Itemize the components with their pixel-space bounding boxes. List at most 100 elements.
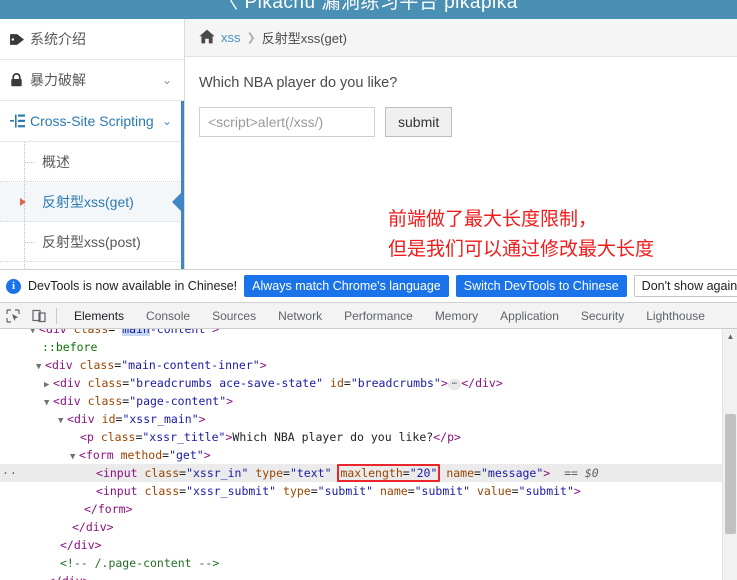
chevron-down-icon: ⌄	[161, 73, 172, 87]
collapsed-children-icon[interactable]: ⋯	[447, 379, 462, 390]
dom-pseudo: ::before	[42, 340, 98, 354]
tab-sources[interactable]: Sources	[201, 303, 267, 329]
sidebar-subitem-label: 反射型xss(get)	[42, 193, 134, 210]
dom-node-comment[interactable]: <!-- /.page-content -->	[0, 554, 737, 572]
tab-elements[interactable]: Elements	[63, 303, 135, 329]
dom-attr: class	[100, 430, 136, 444]
dom-node-close-div-1[interactable]: </div>	[0, 518, 737, 536]
maxlength-attribute-highlight[interactable]: maxlength="20"	[337, 464, 441, 482]
tab-lighthouse[interactable]: Lighthouse	[635, 303, 716, 329]
site-banner: 〈 Pikachu 漏洞练习平台 pikapika	[0, 0, 737, 19]
switch-devtools-language-button[interactable]: Switch DevTools to Chinese	[455, 275, 627, 297]
sidebar-subitem-stored-xss[interactable]: 存储型xss	[0, 262, 184, 269]
dom-node-form[interactable]: <form method="get">	[0, 446, 737, 464]
info-icon: i	[6, 278, 21, 294]
sidebar-item-cross-site-scripting[interactable]: Cross-Site Scripting ⌄	[0, 101, 184, 142]
sidebar-item-label: 暴力破解	[30, 72, 86, 88]
tab-performance[interactable]: Performance	[333, 303, 424, 329]
dom-node-close-form[interactable]: </form>	[0, 500, 737, 518]
dom-attr: type	[283, 484, 311, 498]
notice-message: DevTools is now available in Chinese!	[28, 279, 238, 293]
submit-button[interactable]: submit	[385, 107, 453, 137]
dom-value: "get"	[169, 448, 204, 462]
dom-attr: class	[87, 394, 123, 408]
message-input[interactable]	[199, 107, 375, 137]
tab-memory[interactable]: Memory	[424, 303, 489, 329]
breadcrumb-separator-icon: ❯	[246, 32, 256, 44]
sidebar-item-brute-force[interactable]: 暴力破解 ⌄	[0, 60, 184, 101]
dom-value: "xssr_title"	[142, 430, 226, 444]
chevron-down-icon: ⌄	[161, 114, 172, 128]
dom-tag: div	[59, 394, 81, 408]
dom-value: "xssr_main"	[122, 412, 199, 426]
dom-tag: p	[86, 430, 94, 444]
dom-tag: div	[59, 376, 81, 390]
dom-value: "xssr_in"	[186, 466, 249, 480]
dom-tag: form	[85, 448, 114, 462]
dom-node-input-message[interactable]: ·· <input class="xssr_in" type="text" max…	[0, 464, 737, 482]
dom-value-highlight: main	[122, 329, 150, 336]
dom-value: "message"	[480, 466, 544, 480]
dom-node-main-content[interactable]: <div class="main-content">	[0, 329, 737, 338]
sidebar-subitem-overview[interactable]: 概述	[0, 142, 184, 182]
dom-tree-scrollbar[interactable]: ▲	[722, 329, 737, 580]
dom-tree[interactable]: <div class="main-content"> ::before <div…	[0, 329, 737, 580]
dom-value: "breadcrumbs ace-save-state"	[129, 376, 324, 390]
dom-node-page-content[interactable]: <div class="page-content">	[0, 392, 737, 410]
dom-value: "main-content-inner"	[121, 358, 260, 372]
dom-tag: input	[102, 484, 138, 498]
dom-value: "text"	[289, 466, 332, 480]
dom-value-maxlength: "20"	[409, 466, 438, 480]
toolbar-divider	[56, 307, 57, 324]
dom-node-xssr-title[interactable]: <p class="xssr_title">Which NBA player d…	[0, 428, 737, 446]
sitemap-icon	[10, 114, 30, 128]
scroll-up-arrow-icon[interactable]: ▲	[723, 329, 737, 344]
dom-attr: name	[379, 484, 408, 498]
dom-value: "xssr_submit"	[186, 484, 277, 498]
dom-value-rest: -content"	[149, 329, 213, 336]
xss-form: submit	[199, 107, 737, 137]
dom-node-input-submit[interactable]: <input class="xssr_submit" type="submit"…	[0, 482, 737, 500]
dom-text: Which NBA player do you like?	[232, 430, 434, 444]
tab-console[interactable]: Console	[135, 303, 201, 329]
dom-value: "breadcrumbs"	[350, 376, 441, 390]
tab-security[interactable]: Security	[570, 303, 635, 329]
sidebar-active-rail	[181, 101, 184, 269]
sidebar-item-label: Cross-Site Scripting	[30, 113, 154, 129]
dom-node-main-content-inner[interactable]: <div class="main-content-inner">	[0, 356, 737, 374]
dom-tag: div	[51, 358, 73, 372]
tab-application[interactable]: Application	[489, 303, 570, 329]
dom-attr: class	[87, 376, 123, 390]
always-match-language-button[interactable]: Always match Chrome's language	[244, 275, 449, 297]
selected-node-gutter: ··	[2, 466, 18, 480]
dom-tag-close: div	[73, 538, 95, 552]
lock-icon	[10, 73, 30, 87]
sidebar-subitem-reflected-xss-get[interactable]: 反射型xss(get)	[0, 182, 184, 222]
dom-node-breadcrumbs[interactable]: <div class="breadcrumbs ace-save-state" …	[0, 374, 737, 392]
question-title: Which NBA player do you like?	[199, 75, 398, 91]
dom-node-close-div-3[interactable]: </div>	[0, 572, 737, 580]
devtools-language-notice: i DevTools is now available in Chinese! …	[0, 269, 737, 303]
scrollbar-thumb[interactable]	[725, 414, 736, 534]
dom-attr: name	[446, 466, 475, 480]
dont-show-again-button[interactable]: Don't show again	[633, 275, 737, 297]
annotation-line-2: 但是我们可以通过修改最大长度	[388, 239, 655, 260]
device-toolbar-icon[interactable]	[26, 303, 52, 329]
sidebar-item-system-intro[interactable]: 系统介绍	[0, 19, 184, 60]
sidebar-subitem-reflected-xss-post[interactable]: 反射型xss(post)	[0, 222, 184, 262]
tab-network[interactable]: Network	[267, 303, 333, 329]
dom-tag-close: p	[447, 430, 454, 444]
dom-tag-close: div	[62, 574, 83, 580]
dom-node-before-pseudo[interactable]: ::before	[0, 338, 737, 356]
annotation-line-1: 前端做了最大长度限制，	[388, 209, 598, 230]
dom-node-close-div-2[interactable]: </div>	[0, 536, 737, 554]
sidebar-subitem-label: 反射型xss(post)	[42, 233, 141, 250]
dom-value: "submit"	[317, 484, 374, 498]
dom-attr: class	[79, 358, 115, 372]
home-icon[interactable]	[199, 29, 215, 47]
dom-value: "submit"	[518, 484, 574, 498]
dom-node-xssr-main[interactable]: <div id="xssr_main">	[0, 410, 737, 428]
breadcrumb-link-xss[interactable]: xss	[221, 30, 241, 45]
dom-attr: id	[101, 412, 116, 426]
inspect-element-icon[interactable]	[0, 303, 26, 329]
